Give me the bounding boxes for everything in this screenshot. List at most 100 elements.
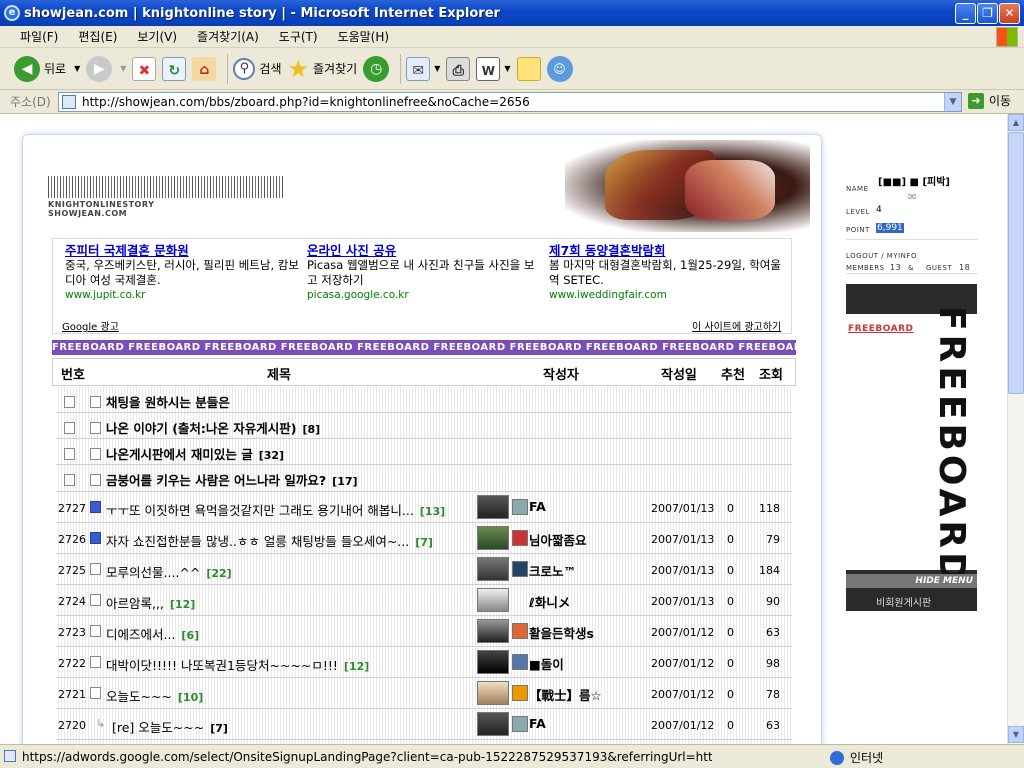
address-dropdown-icon[interactable]: ▼ [944, 93, 961, 111]
mail-icon: ✉ [406, 56, 431, 81]
avatar[interactable] [477, 495, 509, 519]
forward-dropdown-icon[interactable]: ▼ [120, 64, 126, 73]
avatar[interactable] [477, 619, 509, 643]
col-title[interactable]: 제목 [267, 364, 291, 383]
vertical-scrollbar[interactable]: ▲ ▼ [1007, 114, 1024, 744]
ie-icon: e [4, 5, 20, 21]
edit-dropdown-icon[interactable]: ▼ [504, 64, 510, 73]
title-bar: e showjean.com | knightonline story | - … [0, 0, 1024, 26]
google-ads-link[interactable]: Google 광고 [62, 318, 119, 333]
search-icon: ⚲ [233, 57, 256, 80]
avatar[interactable] [477, 650, 509, 674]
doc-icon [90, 396, 101, 408]
doc-icon [90, 563, 101, 575]
favorites-button[interactable]: ★ 즐겨찾기 [288, 55, 358, 83]
print-button[interactable]: ⎙ [446, 56, 471, 81]
security-zone: 인터넷 [830, 749, 883, 766]
address-input[interactable]: http://showjean.com/bbs/zboard.php?id=kn… [58, 92, 962, 112]
notice-row[interactable]: 나온게시판에서 재미있는 글 [32] [56, 439, 792, 465]
post-row[interactable]: 2722 대박이닷!!!!! 나또복권1등당처~~~~ㅁ!!! [12] ■돌이 … [56, 647, 792, 678]
stop-icon: ✖ [132, 56, 157, 81]
avatar[interactable] [477, 712, 509, 736]
col-views[interactable]: 조회 [759, 364, 783, 383]
history-icon: ◷ [363, 55, 390, 82]
messenger-button[interactable]: ☺ [546, 55, 573, 82]
home-button[interactable]: ⌂ [192, 56, 217, 81]
scroll-down-icon[interactable]: ▼ [1008, 726, 1024, 743]
scroll-up-icon[interactable]: ▲ [1008, 114, 1024, 131]
post-row[interactable]: 2724 아르암록,,, [12] ℓ화니メ 2007/01/13 0 90 [56, 585, 792, 616]
site-name[interactable]: KNIGHTONLINESTORY SHOWJEAN.COM [48, 200, 154, 218]
forward-button[interactable]: ▶ ▼ [86, 55, 126, 82]
col-no[interactable]: 번호 [61, 364, 85, 383]
notice-row[interactable]: 금붕어를 키우는 사람은 어느나라 일까요? [17] [56, 465, 792, 492]
window-title: showjean.com | knightonline story | - Mi… [24, 5, 500, 21]
go-button[interactable]: ➜ 이동 [968, 92, 1011, 109]
member-name: [■■] ■ [피박] [878, 177, 950, 188]
back-button[interactable]: ◀ 뒤로 ▼ [14, 55, 80, 82]
col-author[interactable]: 작성자 [543, 364, 579, 383]
scroll-thumb[interactable] [1008, 132, 1024, 394]
avatar[interactable] [477, 526, 509, 550]
post-row[interactable]: 2726 자자 쇼진접한분들 많냉..ㅎㅎ 얼릉 채팅방들 들오세여~... [7… [56, 523, 792, 554]
logout-link[interactable]: LOGOUT / MYINFO [846, 252, 917, 260]
search-button[interactable]: ⚲ 검색 [233, 57, 282, 80]
address-label: 주소(D) [10, 95, 51, 109]
post-row[interactable]: 2720 ↳ [re] 오늘도~~~ [7] FA 2007/01/12 0 63 [56, 709, 792, 740]
back-dropdown-icon[interactable]: ▼ [74, 64, 80, 73]
toolbar-separator [227, 53, 229, 84]
minimize-button[interactable]: _ [955, 3, 976, 24]
level-icon [512, 654, 528, 670]
menu-favorites[interactable]: 즐겨찾기(A) [197, 28, 259, 45]
menu-file[interactable]: 파일(F) [20, 28, 58, 45]
globe-icon [830, 750, 844, 765]
menu-tools[interactable]: 도구(T) [279, 28, 318, 45]
word-icon: W [476, 56, 501, 81]
avatar[interactable] [477, 557, 509, 581]
post-row[interactable]: 2721 오늘도~~~ [10] 【戰士】름☆ 2007/01/12 0 78 [56, 678, 792, 709]
post-row[interactable]: 2725 모루의선물....^^ [22] 크로노™ 2007/01/13 0 1… [56, 554, 792, 585]
toolbar-separator [400, 53, 402, 84]
menu-view[interactable]: 보기(V) [137, 28, 177, 45]
ad-item[interactable]: 주피터 국제결혼 문화원 중국, 우즈베키스탄, 러시아, 필리핀 베트남, 캄… [65, 243, 303, 303]
ad-item[interactable]: 제7회 동양결혼박람회 봄 마지막 대형결혼박람회, 1월25-29일, 학여울… [549, 243, 787, 303]
history-button[interactable]: ◷ [363, 55, 390, 82]
address-url[interactable]: http://showjean.com/bbs/zboard.php?id=kn… [82, 95, 530, 109]
notice-icon [64, 396, 75, 408]
notice-icon [64, 422, 75, 434]
member-level: 4 [876, 205, 882, 215]
post-row[interactable]: 2723 디에즈에서... [6] 활을든학생s 2007/01/12 0 63 [56, 616, 792, 647]
advertise-link[interactable]: 이 사이트에 광고하기 [692, 318, 781, 333]
new-post-icon [90, 501, 101, 513]
notice-icon [64, 448, 75, 460]
members-count: 13 [890, 263, 902, 272]
freeboard-link[interactable]: FREEBOARD [848, 324, 914, 334]
refresh-button[interactable]: ↻ [162, 56, 187, 81]
close-button[interactable]: ✕ [999, 3, 1020, 24]
stop-button[interactable]: ✖ [132, 56, 157, 81]
freeboard-strip: FREEBOARD FREEBOARD FREEBOARD FREEBOARD … [52, 340, 796, 355]
level-icon [512, 499, 528, 515]
ad-item[interactable]: 온라인 사진 공유 Picasa 웹앨범으로 내 사진과 친구들 사진을 보고 … [307, 243, 545, 303]
post-row[interactable]: 2727 ㅜㅜ또 이짓하면 욕먹을것같지만 그래도 용기내어 해봅니... [13… [56, 492, 792, 523]
menu-edit[interactable]: 편집(E) [78, 28, 117, 45]
menu-help[interactable]: 도움말(H) [338, 28, 390, 45]
toolbar: ◀ 뒤로 ▼ ▶ ▼ ✖ ↻ ⌂ ⚲ 검색 ★ 즐겨찾기 ◷ ✉ ▼ ⎙ W ▼ ☺ [0, 48, 1024, 90]
avatar[interactable] [477, 681, 509, 705]
avatar[interactable] [477, 588, 509, 612]
guest-count: 18 [959, 263, 971, 272]
reply-arrow-icon: ↳ [96, 717, 106, 730]
notice-row[interactable]: 나온 이야기 (출처:나온 자유게시판) [8] [56, 413, 792, 439]
col-date[interactable]: 작성일 [661, 364, 697, 383]
maximize-button[interactable]: ❐ [977, 3, 998, 24]
edit-button[interactable]: W ▼ [476, 56, 511, 81]
hide-menu-button[interactable]: HIDE MENU [846, 574, 977, 588]
discuss-button[interactable] [516, 56, 541, 81]
nonmember-board-link[interactable]: 비회원게시판 [876, 594, 931, 609]
level-icon [512, 561, 528, 577]
mail-dropdown-icon[interactable]: ▼ [434, 64, 440, 73]
note-icon [516, 56, 541, 81]
mail-button[interactable]: ✉ ▼ [406, 56, 440, 81]
notice-row[interactable]: 채팅을 원하시는 분들은 [56, 387, 792, 413]
col-rec[interactable]: 추천 [721, 364, 745, 383]
